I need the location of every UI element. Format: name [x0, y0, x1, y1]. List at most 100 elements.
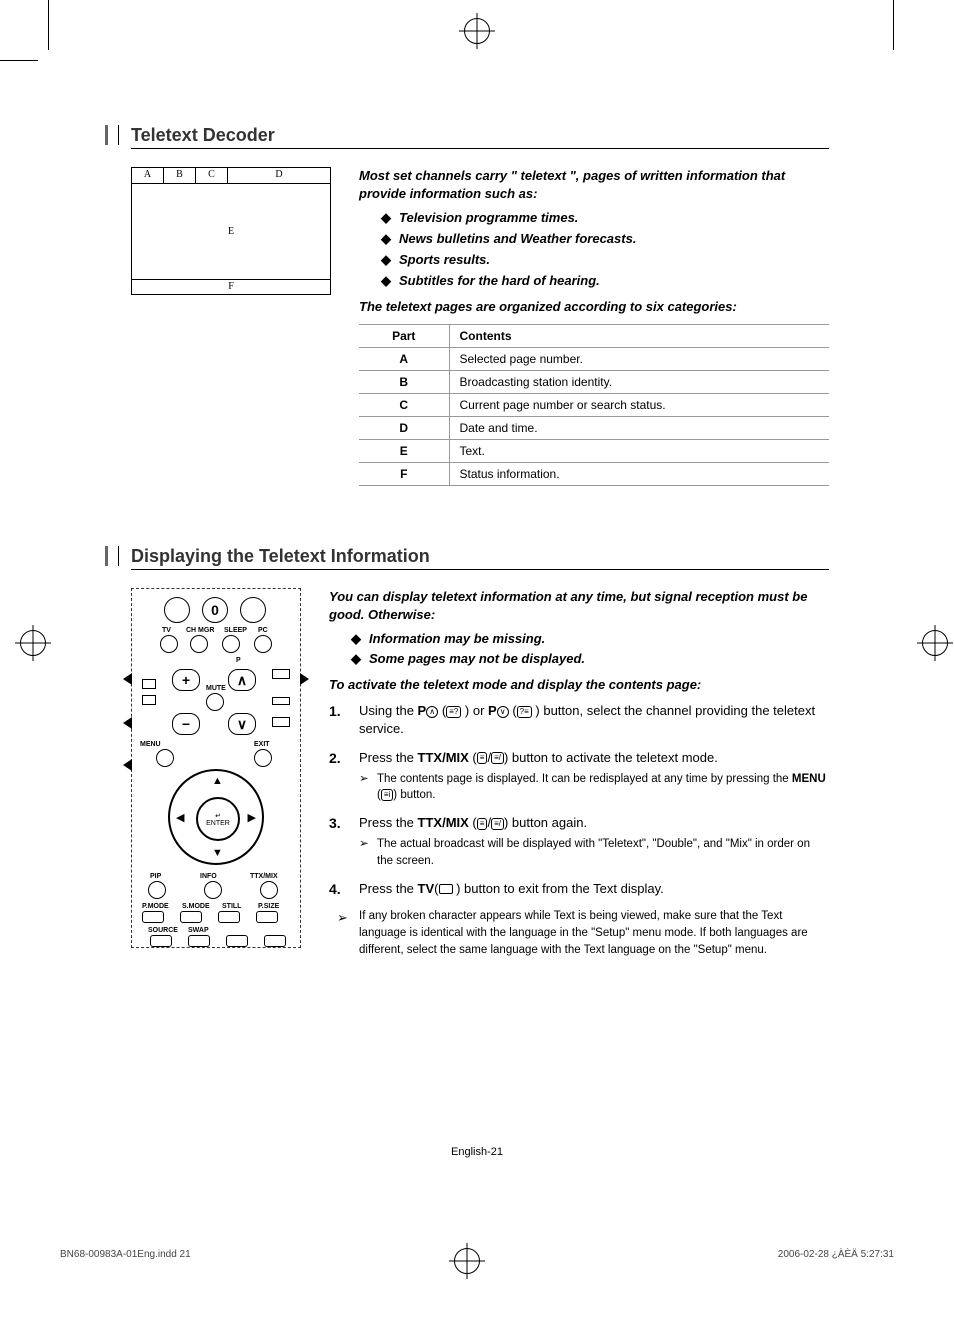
- label-source: SOURCE: [148, 927, 178, 934]
- arrow-left-icon: ◀: [176, 811, 184, 824]
- pip-button-icon: [148, 881, 166, 899]
- crop-mark: [48, 0, 49, 50]
- menu-icon: ≡i: [381, 789, 393, 801]
- label-pmode: P.MODE: [142, 903, 169, 910]
- registration-mark-icon: [464, 18, 490, 44]
- teletext-layout-diagram: A B C D E F: [131, 167, 331, 486]
- volume-down-icon: −: [172, 713, 200, 735]
- tv-icon: [439, 884, 453, 894]
- color-dots-icon: [142, 695, 156, 705]
- table-row: FStatus information.: [359, 463, 829, 486]
- label-menu: MENU: [140, 741, 161, 748]
- table-row: ASelected page number.: [359, 348, 829, 371]
- footer-timestamp: 2006-02-28 ¿ÀÈÄ 5:27:31: [778, 1249, 894, 1260]
- pointer-icon: [123, 759, 132, 771]
- dpad-icon: ▲ ▼ ◀ ▶ ↵ ENTER: [168, 769, 264, 865]
- table-row: DDate and time.: [359, 417, 829, 440]
- label-ttxmix: TTX/MIX: [250, 873, 278, 880]
- intro-text: Most set channels carry " teletext ", pa…: [359, 167, 829, 202]
- ttxmix-button-icon: [260, 881, 278, 899]
- table-header: Part: [359, 325, 449, 348]
- bullet-item: Sports results.: [381, 252, 829, 268]
- channel-down-icon: ∨: [228, 713, 256, 735]
- side-button-icon: [272, 669, 290, 679]
- label-swap: SWAP: [188, 927, 209, 934]
- remote-control-diagram: 0 TV CH MGR SLEEP PC P + − ∧ ∨ MUTE: [131, 588, 301, 948]
- tv-button-icon: [160, 635, 178, 653]
- bullet-item: Information may be missing.: [351, 631, 829, 647]
- teletext-icon: ≡?: [446, 706, 461, 718]
- parts-table: Part Contents ASelected page number. BBr…: [359, 324, 829, 486]
- info-button-icon: [204, 881, 222, 899]
- label-pc: PC: [258, 627, 268, 634]
- diagram-cell-f: F: [132, 280, 330, 294]
- up-icon: ∧: [426, 706, 438, 718]
- color-dots-icon: [142, 679, 156, 689]
- bullet-item: Some pages may not be displayed.: [351, 651, 829, 667]
- activate-line: To activate the teletext mode and displa…: [329, 677, 829, 692]
- bullet-item: News bulletins and Weather forecasts.: [381, 231, 829, 247]
- title-bar-icon: [105, 125, 119, 145]
- arrow-up-icon: ▲: [212, 775, 223, 787]
- step-item: Using the P∧ (≡? ) or P∨ (?≡ ) button, s…: [329, 702, 829, 738]
- step-item: Press the TTX/MIX (≡/≡/) button to activ…: [329, 749, 829, 805]
- crop-mark: [0, 60, 38, 61]
- registration-mark-icon: [922, 630, 948, 656]
- side-button-icon: [272, 717, 290, 727]
- diagram-cell-a: A: [132, 168, 164, 183]
- swap-button-icon: [188, 935, 210, 947]
- label-psize: P.SIZE: [258, 903, 279, 910]
- table-header: Contents: [449, 325, 829, 348]
- teletext-icon: ≡: [477, 818, 488, 830]
- section-title: Displaying the Teletext Information: [131, 546, 430, 567]
- arrow-down-icon: ▼: [212, 847, 223, 859]
- arrow-right-icon: ▶: [248, 811, 256, 824]
- footer-meta: BN68-00983A-01Eng.indd 21 2006-02-28 ¿ÀÈ…: [60, 1249, 894, 1260]
- label-smode: S.MODE: [182, 903, 210, 910]
- sleep-button-icon: [222, 635, 240, 653]
- exit-button-icon: [254, 749, 272, 767]
- section-header: Displaying the Teletext Information: [105, 546, 829, 567]
- diagram-cell-c: C: [196, 168, 228, 183]
- table-row: CCurrent page number or search status.: [359, 394, 829, 417]
- label-pip: PIP: [150, 873, 161, 880]
- teletext-mix-icon: ≡/: [491, 752, 504, 764]
- bullet-list: Information may be missing. Some pages m…: [351, 631, 829, 667]
- pointer-icon: [123, 673, 132, 685]
- pmode-button-icon: [142, 911, 164, 923]
- crop-mark: [893, 0, 894, 50]
- section-header: Teletext Decoder: [105, 125, 829, 146]
- down-icon: ∨: [497, 706, 509, 718]
- pointer-icon: [123, 717, 132, 729]
- diagram-cell-b: B: [164, 168, 196, 183]
- extra-button-icon: [264, 935, 286, 947]
- smode-button-icon: [180, 911, 202, 923]
- zero-button-icon: 0: [202, 597, 228, 623]
- step-sub: The contents page is displayed. It can b…: [359, 771, 829, 804]
- mute-button-icon: [206, 693, 224, 711]
- step-list: Using the P∧ (≡? ) or P∨ (?≡ ) button, s…: [329, 702, 829, 898]
- power-button-icon: [164, 597, 190, 623]
- menu-button-icon: [156, 749, 174, 767]
- note-block: If any broken character appears while Te…: [329, 908, 829, 960]
- psize-button-icon: [256, 911, 278, 923]
- volume-up-icon: +: [172, 669, 200, 691]
- source-button-icon: [150, 935, 172, 947]
- table-row: BBroadcasting station identity.: [359, 371, 829, 394]
- chmgr-button-icon: [190, 635, 208, 653]
- label-p: P: [236, 657, 241, 664]
- pointer-icon: [300, 673, 309, 685]
- categories-line: The teletext pages are organized accordi…: [359, 299, 829, 314]
- intro-text: You can display teletext information at …: [329, 588, 829, 623]
- label-mute: MUTE: [206, 685, 226, 692]
- extra-button-icon: [226, 935, 248, 947]
- title-bar-icon: [105, 546, 119, 566]
- teletext-icon: ?≡: [517, 706, 532, 718]
- section-title: Teletext Decoder: [131, 125, 275, 146]
- teletext-icon: ≡: [477, 752, 488, 764]
- teletext-button-icon: [240, 597, 266, 623]
- label-exit: EXIT: [254, 741, 270, 748]
- footer-file: BN68-00983A-01Eng.indd 21: [60, 1249, 191, 1260]
- step-sub: The actual broadcast will be displayed w…: [359, 836, 829, 869]
- step-item: Press the TTX/MIX (≡/≡/) button again. T…: [329, 814, 829, 870]
